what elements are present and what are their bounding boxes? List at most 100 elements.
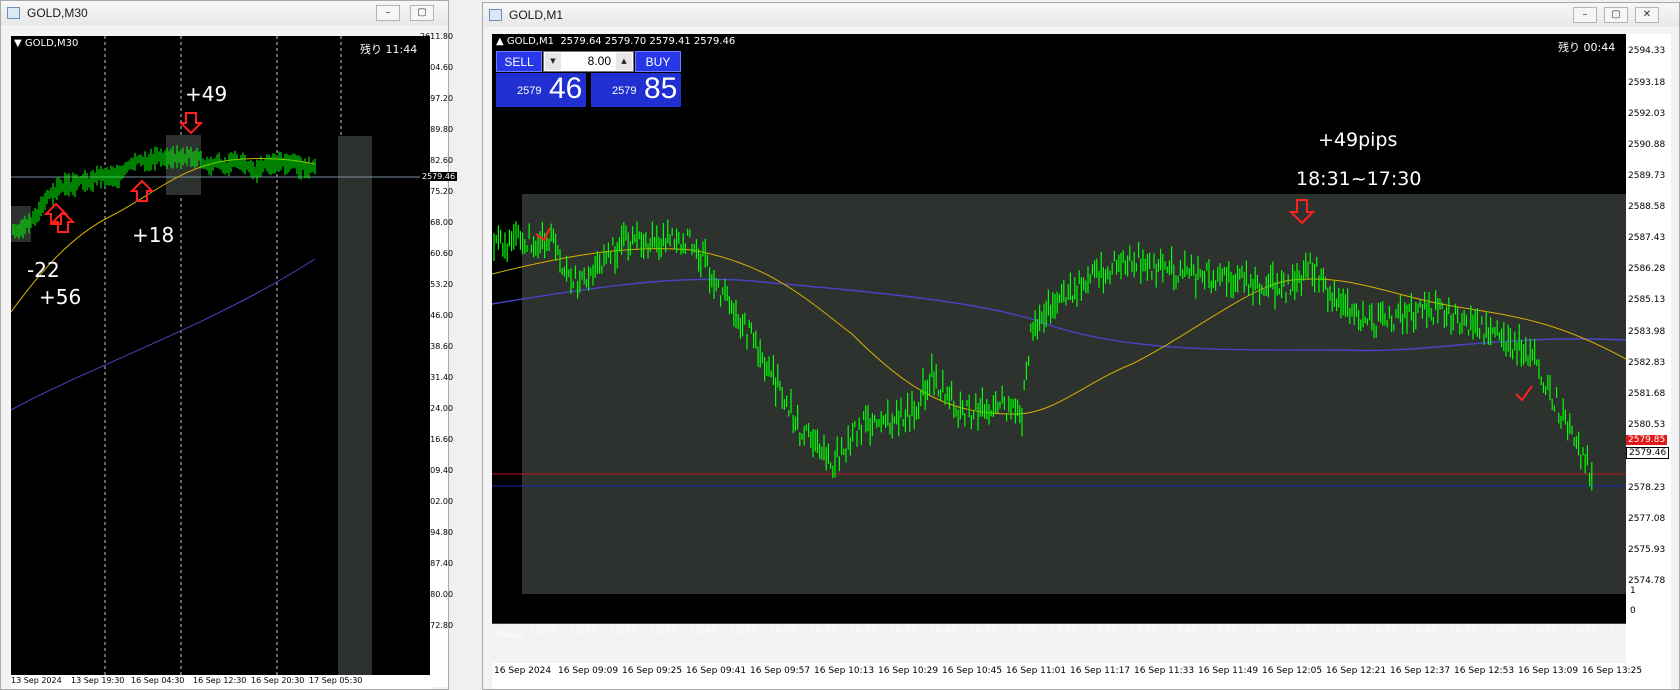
left-window-title: GOLD,M30 bbox=[27, 6, 88, 20]
left-price-tick: 2538.60 bbox=[420, 342, 454, 351]
right-price-tick: 2582.83 bbox=[1628, 358, 1666, 368]
left-price-tick: 2582.60 bbox=[420, 156, 454, 165]
right-time-tick: 16 Sep 10:13 bbox=[814, 666, 875, 676]
sell-price-points: 46 bbox=[549, 72, 583, 105]
left-chart-area[interactable]: ▼ GOLD,M30 残り 11:44 +49 +18 -22 +56 bbox=[11, 36, 430, 687]
right-window-title: GOLD,M1 bbox=[509, 8, 564, 22]
right-time-tick: 16 Sep 09:57 bbox=[750, 666, 811, 676]
left-price-tick: 2472.80 bbox=[420, 621, 454, 630]
left-price-axis[interactable]: 2611.80 2604.60 2597.20 2589.80 2582.60 2575.… bbox=[420, 32, 458, 687]
sub-time-tick: 19:17 bbox=[1530, 626, 1556, 636]
lot-decrease-icon[interactable]: ▼ bbox=[545, 53, 561, 70]
left-price-tick: 2568.00 bbox=[420, 218, 454, 227]
right-title-bar[interactable]: GOLD,M1 – ▢ ✕ bbox=[483, 3, 1679, 27]
annotation-plus49: +49 bbox=[185, 82, 228, 106]
sub-time-tick: 1 bbox=[1610, 626, 1616, 636]
sub-time-tick: 18:57 bbox=[1450, 626, 1476, 636]
right-price-tick: 2586.28 bbox=[1628, 264, 1666, 274]
maximize-button[interactable]: ▢ bbox=[410, 5, 434, 21]
right-chart-header: ▲ GOLD,M1 2579.64 2579.70 2579.41 2579.4… bbox=[496, 36, 735, 47]
chart-window-icon bbox=[7, 7, 20, 19]
sub-time-tick: 16:47 bbox=[930, 626, 956, 636]
sell-button[interactable]: SELL bbox=[496, 51, 542, 72]
right-price-tick: 2593.18 bbox=[1628, 78, 1666, 88]
left-price-tick: 2575.20 bbox=[420, 187, 454, 196]
right-time-tick: 16 Sep 09:25 bbox=[622, 666, 683, 676]
right-time-tick: 16 Sep 11:33 bbox=[1134, 666, 1195, 676]
left-chart-label: ▼ GOLD,M30 bbox=[14, 38, 78, 49]
sub-time-tick: 17:57 bbox=[1210, 626, 1236, 636]
right-price-tick: 2574.78 bbox=[1628, 576, 1666, 586]
left-symbol-label: GOLD,M30 bbox=[24, 38, 79, 49]
right-chart-area[interactable]: ▲ GOLD,M1 2579.64 2579.70 2579.41 2579.4… bbox=[492, 34, 1626, 641]
buy-button[interactable]: BUY bbox=[635, 51, 681, 72]
left-title-bar[interactable]: GOLD,M30 – ▢ bbox=[1, 1, 448, 25]
right-time-tick: 16 Sep 11:17 bbox=[1070, 666, 1131, 676]
left-time-tick: 16 Sep 04:30 bbox=[131, 676, 185, 685]
right-time-tick: 16 Sep 10:45 bbox=[942, 666, 1003, 676]
right-time-tick: 16 Sep 12:37 bbox=[1390, 666, 1451, 676]
right-time-tick: 16 Sep 12:53 bbox=[1454, 666, 1515, 676]
right-time-tick: 16 Sep 11:49 bbox=[1198, 666, 1259, 676]
sell-price-big: 2579 bbox=[517, 85, 542, 97]
ohlc-values: 2579.64 2579.70 2579.41 2579.46 bbox=[560, 36, 736, 47]
right-time-tick: 16 Sep 09:09 bbox=[558, 666, 619, 676]
minimize-button[interactable]: – bbox=[376, 5, 400, 21]
left-time-axis[interactable]: 13 Sep 2024 13 Sep 19:30 16 Sep 04:30 16 Se… bbox=[11, 675, 430, 689]
sub-time-tick: 17:17 bbox=[1050, 626, 1076, 636]
left-price-tick: 2487.40 bbox=[420, 559, 454, 568]
right-price-tick: 2592.03 bbox=[1628, 109, 1666, 119]
minimize-button[interactable]: – bbox=[1573, 7, 1597, 23]
left-time-tick: 13 Sep 2024 bbox=[11, 676, 62, 685]
sub-time-tick: 15:57 bbox=[730, 626, 756, 636]
sub-time-tick: 16:37 bbox=[890, 626, 916, 636]
sell-price-box[interactable]: 2579 46 bbox=[496, 72, 586, 107]
annotation-plus56: +56 bbox=[39, 285, 82, 309]
left-time-tick: 16 Sep 20:30 bbox=[251, 676, 305, 685]
sub-time-tick: 18:47 bbox=[1410, 626, 1436, 636]
buy-price-box[interactable]: 2579 85 bbox=[591, 72, 681, 107]
right-price-axis[interactable]: 2594.33 2593.18 2592.03 2590.88 2589.73 2588.… bbox=[1626, 34, 1671, 664]
sub-time-tick: 18:17 bbox=[1290, 626, 1316, 636]
left-price-tick: 2604.60 bbox=[420, 63, 454, 72]
lot-stepper[interactable]: ▼ 8.00 ▲ bbox=[543, 51, 634, 72]
sub-time-tick: 19:07 bbox=[1490, 626, 1516, 636]
right-price-tick: 2577.08 bbox=[1628, 514, 1666, 524]
sub-axis-tick: 0 bbox=[1630, 606, 1636, 616]
left-chart-svg bbox=[11, 36, 430, 687]
sub-time-tick: 16:07 bbox=[770, 626, 796, 636]
sub-time-tick: 17:37 bbox=[1130, 626, 1156, 636]
annotation-minus22: -22 bbox=[27, 258, 60, 282]
collapse-arrow-icon[interactable]: ▼ bbox=[14, 38, 22, 49]
left-price-tick: 2589.80 bbox=[420, 125, 454, 134]
right-remaining-time: 残り 00:44 bbox=[1558, 41, 1616, 54]
maximize-button[interactable]: ▢ bbox=[1604, 7, 1628, 23]
right-price-tick: 2585.13 bbox=[1628, 295, 1666, 305]
right-chart-svg bbox=[492, 194, 1626, 624]
sub-axis-tick: 1 bbox=[1630, 586, 1636, 596]
collapse-arrow-icon[interactable]: ▲ bbox=[496, 36, 504, 47]
right-time-tick: 16 Sep 09:41 bbox=[686, 666, 747, 676]
left-remaining-time: 残り 11:44 bbox=[360, 43, 418, 56]
sub-time-tick: 15:27 bbox=[610, 626, 636, 636]
lot-value[interactable]: 8.00 bbox=[588, 54, 611, 68]
sub-time-tick: 18:37 bbox=[1370, 626, 1396, 636]
sub-time-tick: 15:17 bbox=[570, 626, 596, 636]
right-price-tick: 2583.98 bbox=[1628, 327, 1666, 337]
left-price-tick: 2597.20 bbox=[420, 94, 454, 103]
left-time-tick: 16 Sep 12:30 bbox=[193, 676, 247, 685]
sub-time-tick: 18:07 bbox=[1250, 626, 1276, 636]
right-time-tick: 16 Sep 11:01 bbox=[1006, 666, 1067, 676]
chart-window-icon bbox=[489, 9, 502, 21]
sub-time-tick: 18:27 bbox=[1330, 626, 1356, 636]
right-time-tick: 16 Sep 2024 bbox=[494, 666, 552, 676]
right-time-tick: 16 Sep 12:05 bbox=[1262, 666, 1323, 676]
lot-increase-icon[interactable]: ▲ bbox=[616, 53, 632, 70]
ask-price-tag: 2579.85 bbox=[1626, 435, 1668, 445]
sub-time-tick: 17:27 bbox=[1090, 626, 1116, 636]
left-current-price-tag: 2579.46 bbox=[420, 172, 458, 181]
close-button[interactable]: ✕ bbox=[1635, 7, 1659, 23]
right-time-axis[interactable]: 16 Sep 2024 16 Sep 09:09 16 Sep 09:25 16 Se… bbox=[492, 663, 1671, 689]
left-price-tick: 2531.40 bbox=[420, 373, 454, 382]
right-time-tick: 16 Sep 13:09 bbox=[1518, 666, 1579, 676]
